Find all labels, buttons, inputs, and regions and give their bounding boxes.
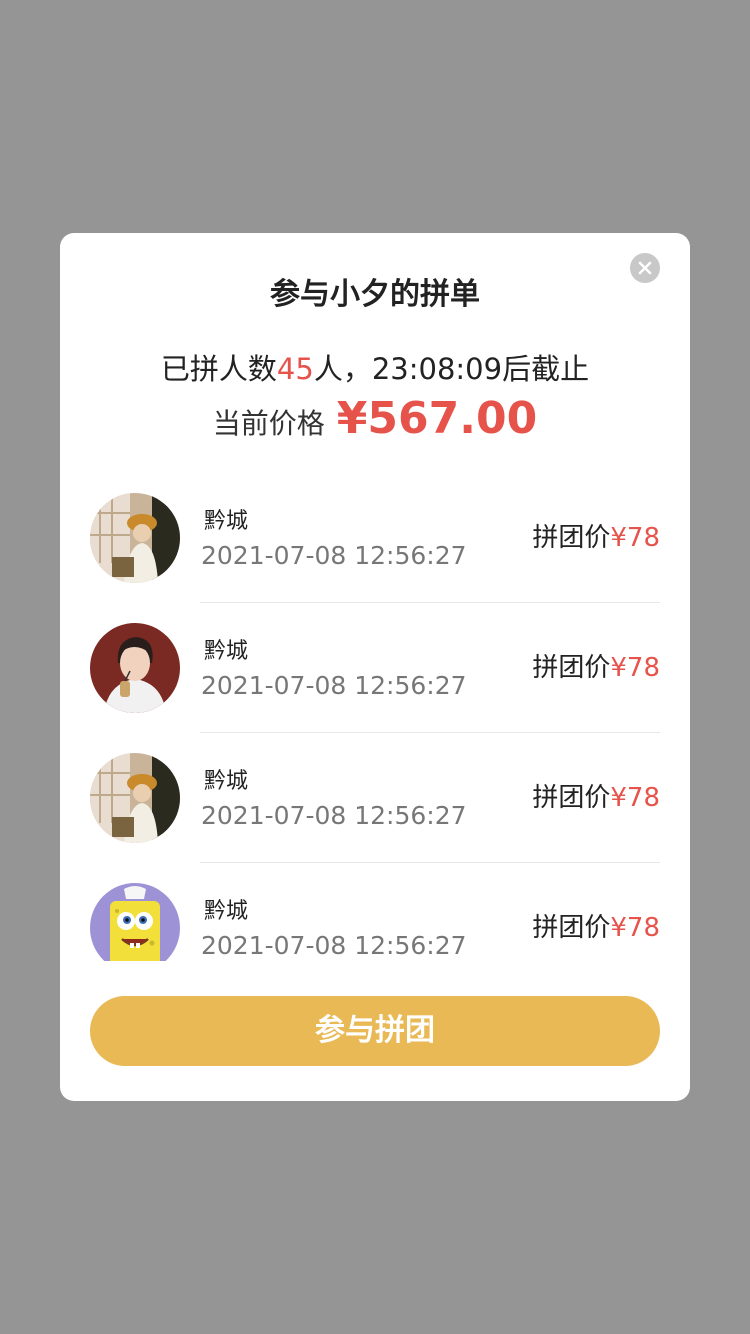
current-price: 当前价格 ¥567.00 (60, 393, 690, 455)
group-price: 拼团价¥78 (532, 779, 660, 817)
list-item: 黔城 2021-07-08 12:56:27 拼团价¥78 (90, 863, 660, 961)
join-time: 2021-07-08 12:56:27 (201, 671, 467, 700)
list-item: 黔城 2021-07-08 12:56:27 拼团价¥78 (90, 733, 660, 863)
woman-by-window-photo-icon (90, 493, 180, 583)
group-price: 拼团价¥78 (532, 519, 660, 557)
group-price-label: 拼团价 (532, 653, 611, 683)
group-price-value: ¥78 (610, 783, 660, 813)
group-price-label: 拼团价 (532, 523, 611, 553)
spongebob-avatar-icon (90, 883, 180, 961)
group-price-value: ¥78 (610, 523, 660, 553)
avatar (90, 883, 180, 961)
dialog-title: 参与小夕的拼单 (270, 277, 480, 312)
join-group-dialog: 参与小夕的拼单 已拼人数45人，23:08:09后截止 当前价格 ¥567.00 (60, 233, 690, 1101)
group-price-label: 拼团价 (532, 783, 611, 813)
group-price: 拼团价¥78 (532, 909, 660, 947)
member-name: 黔城 (204, 639, 249, 664)
group-status: 已拼人数45人，23:08:09后截止 (60, 349, 690, 389)
current-price-label: 当前价格 (212, 407, 325, 440)
current-price-value: ¥567.00 (336, 393, 538, 444)
join-group-button[interactable]: 参与拼团 (90, 996, 660, 1066)
group-price-value: ¥78 (610, 653, 660, 683)
avatar (90, 753, 180, 843)
avatar (90, 623, 180, 713)
woman-by-window-photo-icon (90, 753, 180, 843)
avatar (90, 493, 180, 583)
group-price-value: ¥78 (610, 913, 660, 943)
join-time: 2021-07-08 12:56:27 (201, 801, 467, 830)
group-price: 拼团价¥78 (532, 649, 660, 687)
joined-count-label: 已拼人数 (160, 352, 277, 386)
group-price-label: 拼团价 (532, 913, 611, 943)
join-time: 2021-07-08 12:56:27 (201, 931, 467, 960)
joined-count: 45 (276, 352, 314, 386)
deadline-text: 人，23:08:09后截止 (313, 352, 590, 386)
member-name: 黔城 (204, 509, 249, 534)
member-name: 黔城 (204, 769, 249, 794)
list-item: 黔城 2021-07-08 12:56:27 拼团价¥78 (90, 473, 660, 603)
member-name: 黔城 (204, 899, 249, 924)
list-item: 黔城 2021-07-08 12:56:27 拼团价¥78 (90, 603, 660, 733)
join-time: 2021-07-08 12:56:27 (201, 541, 467, 570)
member-list[interactable]: 黔城 2021-07-08 12:56:27 拼团价¥78 黔城 2021-07… (90, 473, 660, 961)
cartoon-man-avatar-icon (90, 623, 180, 713)
